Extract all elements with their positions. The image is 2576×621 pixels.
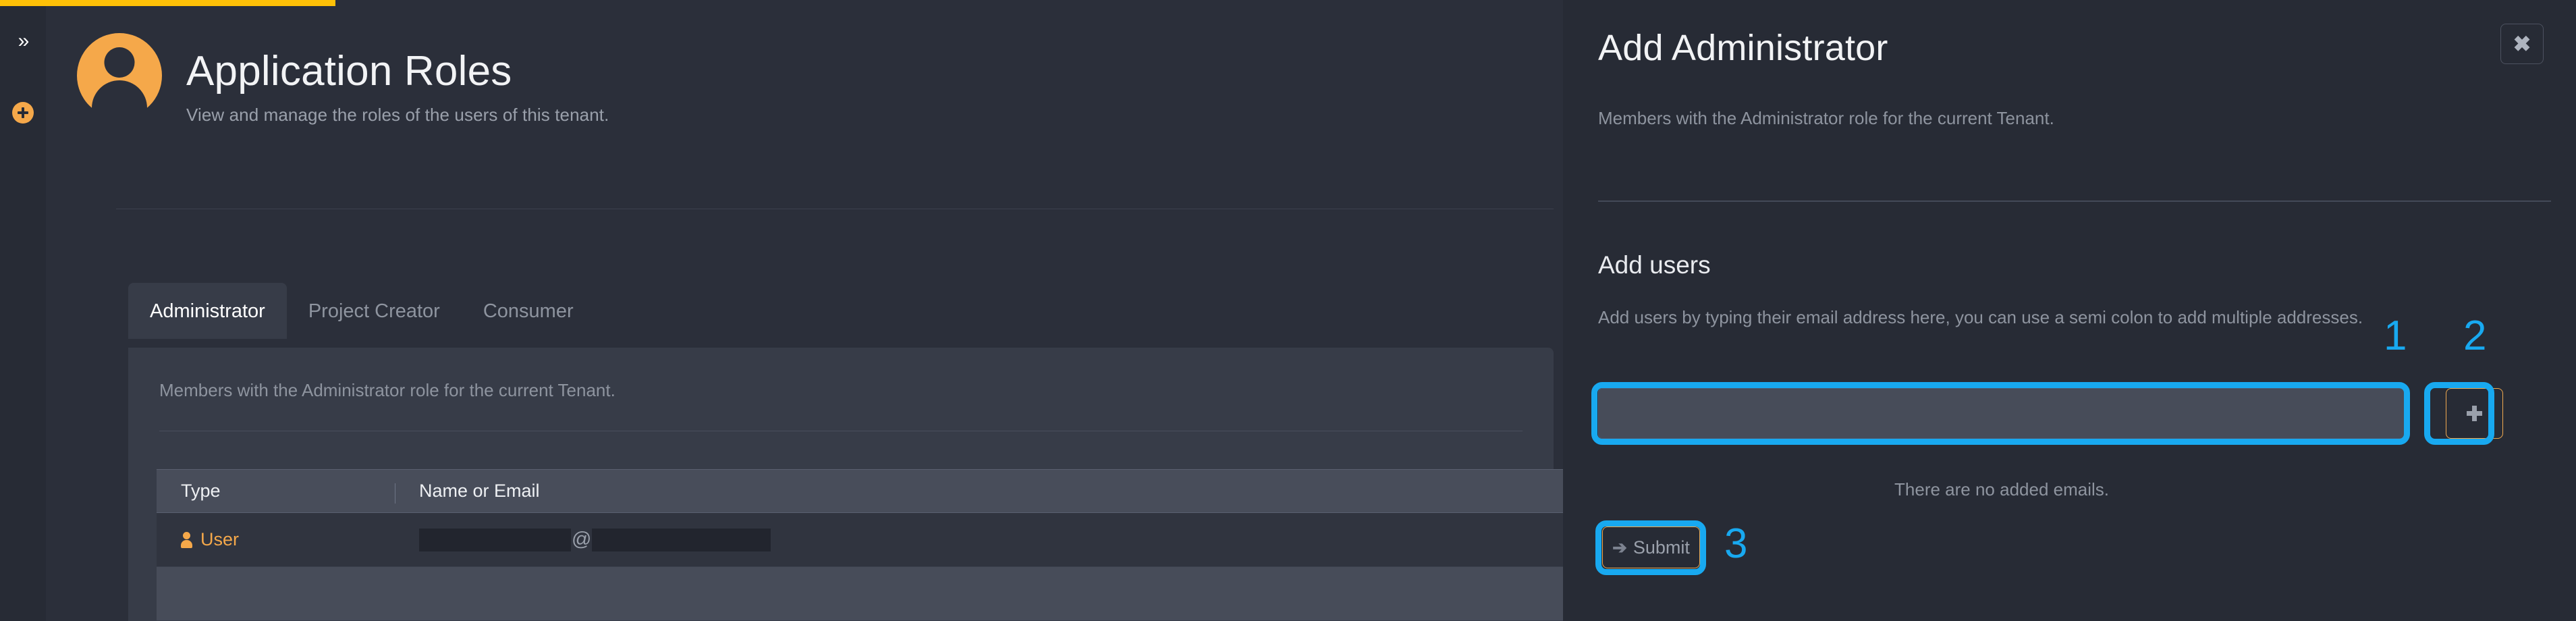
members-table: Type Name or Email User @ [157, 469, 1563, 621]
cell-name-or-email: @ [395, 528, 1563, 551]
cell-type: User [157, 529, 395, 550]
arrow-right-icon: ➔ [1612, 537, 1627, 558]
sidebar-add-button[interactable] [12, 102, 34, 124]
email-input[interactable] [1598, 388, 2405, 439]
table-row[interactable] [157, 567, 1563, 621]
page-subtitle: View and manage the roles of the users o… [186, 105, 609, 126]
page-header-text: Application Roles View and manage the ro… [186, 32, 609, 126]
left-sidebar: » [0, 6, 46, 621]
role-tabs: Administrator Project Creator Consumer [128, 283, 595, 339]
page-title: Application Roles [186, 48, 512, 94]
drawer-subtitle: Members with the Administrator role for … [1598, 108, 2054, 128]
user-avatar-icon [77, 33, 162, 118]
page-header: Application Roles View and manage the ro… [77, 32, 609, 126]
add-users-description: Add users by typing their email address … [1598, 307, 2363, 327]
table-header-row: Type Name or Email [157, 469, 1563, 513]
page-loading-bar-fill [0, 0, 335, 6]
add-email-button[interactable] [2446, 388, 2503, 439]
plus-icon-vertical [2472, 406, 2477, 421]
column-header-name-or-email[interactable]: Name or Email [395, 481, 1563, 504]
no-emails-message: There are no added emails. [1894, 479, 2109, 500]
cell-type-label: User [200, 529, 240, 549]
column-header-type[interactable]: Type [157, 481, 395, 502]
tab-consumer[interactable]: Consumer [462, 283, 595, 339]
drawer-title: Add Administrator [1598, 28, 1888, 68]
submit-button[interactable]: ➔ Submit [1602, 526, 1700, 568]
tab-administrator[interactable]: Administrator [128, 283, 287, 339]
tab-project-creator[interactable]: Project Creator [287, 283, 462, 339]
redacted-email-domain [592, 528, 771, 551]
sidebar-expand-icon[interactable]: » [0, 26, 46, 56]
drawer-divider [1598, 200, 2551, 202]
redacted-email-local [419, 528, 571, 551]
close-icon[interactable]: ✖ [2500, 24, 2544, 64]
tab-panel-description: Members with the Administrator role for … [159, 380, 615, 400]
table-row[interactable]: User @ [157, 513, 1563, 567]
add-administrator-drawer: Add Administrator ✖ Members with the Adm… [1563, 0, 2576, 621]
add-users-heading: Add users [1598, 251, 1711, 279]
user-icon [181, 531, 192, 549]
main-content: Application Roles View and manage the ro… [46, 6, 1563, 621]
at-symbol: @ [572, 529, 592, 550]
app-root: » Application Roles View and manage the … [0, 0, 2576, 621]
submit-button-label: Submit [1633, 537, 1690, 558]
plus-icon-vertical [21, 107, 25, 118]
